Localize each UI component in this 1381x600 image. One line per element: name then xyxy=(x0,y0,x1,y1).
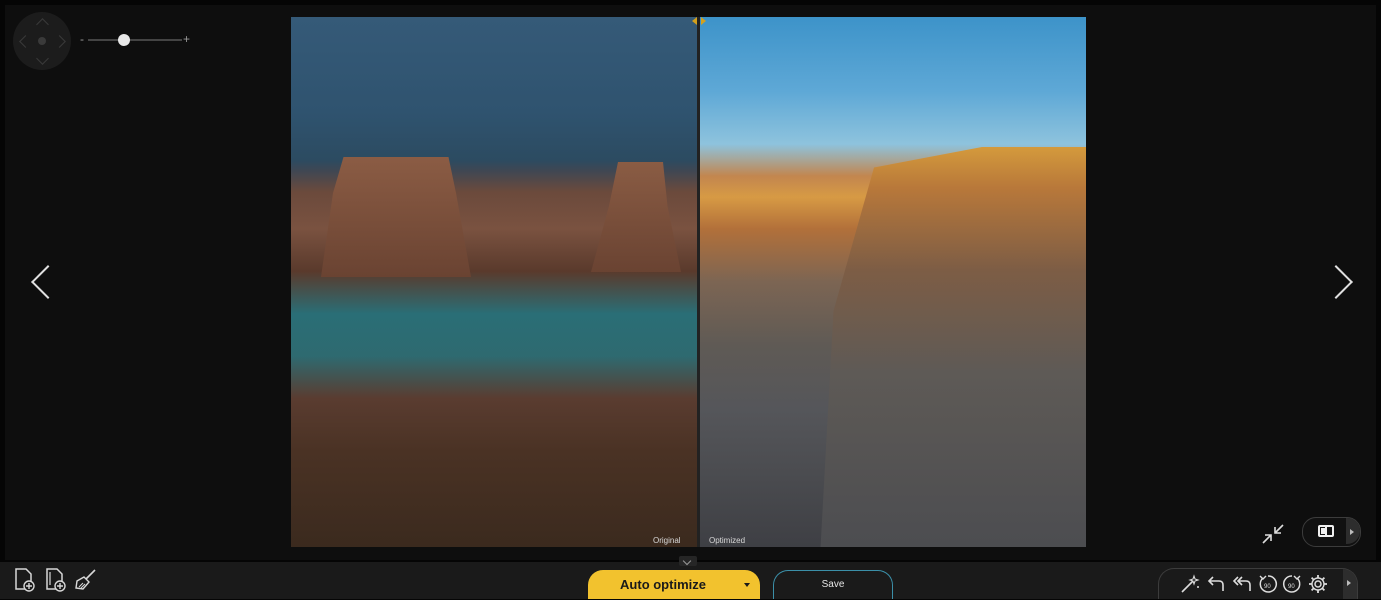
zoom-slider[interactable]: - + xyxy=(80,32,190,48)
original-label: Original xyxy=(653,536,681,545)
undo-all-icon[interactable] xyxy=(1231,573,1253,595)
magic-wand-icon[interactable] xyxy=(1179,573,1201,595)
optimized-label: Optimized xyxy=(709,536,746,545)
zoom-track[interactable] xyxy=(88,39,182,41)
zoom-out-button[interactable]: - xyxy=(80,31,84,47)
rotate-right-90-icon[interactable]: 90 xyxy=(1281,573,1303,595)
svg-text:90: 90 xyxy=(1264,584,1271,590)
compare-divider[interactable] xyxy=(697,17,700,547)
original-image xyxy=(291,17,698,547)
undo-icon[interactable] xyxy=(1205,573,1227,595)
split-view-icon xyxy=(1318,525,1334,537)
svg-text:90: 90 xyxy=(1288,584,1295,590)
view-options-dropdown[interactable] xyxy=(1346,518,1360,544)
save-button[interactable]: Save xyxy=(773,570,893,599)
auto-optimize-label: Auto optimize xyxy=(620,577,706,592)
add-file-icon[interactable] xyxy=(12,567,38,593)
edit-tools-group: 90 90 xyxy=(1158,568,1358,599)
navigation-pad-icon[interactable] xyxy=(13,12,71,70)
compare-view-toggle[interactable] xyxy=(1302,517,1361,547)
save-label: Save xyxy=(821,579,845,590)
rotate-left-90-icon[interactable]: 90 xyxy=(1257,573,1279,595)
collapse-arrows-icon[interactable] xyxy=(1260,522,1286,546)
zoom-in-button[interactable]: + xyxy=(183,31,190,47)
auto-optimize-dropdown-icon[interactable] xyxy=(744,583,750,587)
auto-optimize-button[interactable]: Auto optimize xyxy=(588,570,760,599)
settings-icon[interactable] xyxy=(1307,573,1329,595)
add-folder-icon[interactable] xyxy=(43,567,69,593)
divider-handle-icon[interactable] xyxy=(692,17,706,25)
expand-panel-button[interactable] xyxy=(679,556,697,566)
zoom-knob[interactable] xyxy=(117,34,130,46)
optimized-image xyxy=(700,17,1086,547)
broom-icon[interactable] xyxy=(73,567,99,593)
